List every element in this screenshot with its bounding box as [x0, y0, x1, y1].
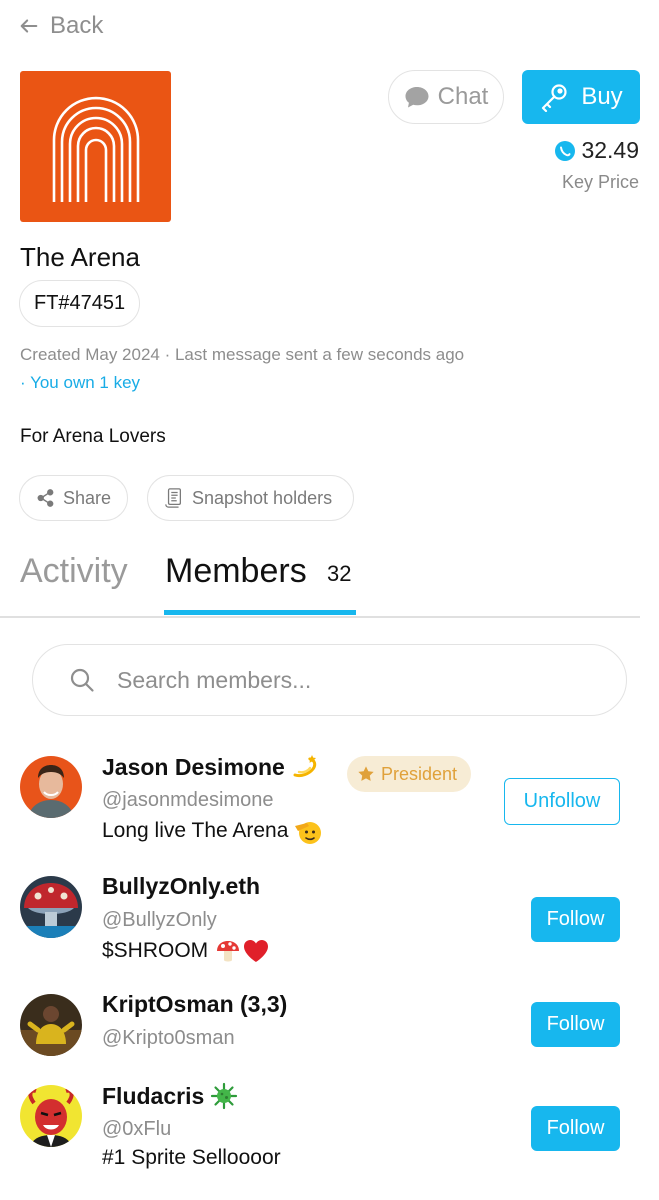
key-price-label: Key Price [561, 172, 639, 192]
avatar[interactable] [20, 1085, 82, 1147]
back-label: Back [50, 12, 104, 39]
member-bio-text: $SHROOM [102, 939, 209, 962]
member-bio: Long live The Arena [102, 817, 322, 845]
member-handle: @jasonmdesimone [102, 789, 274, 811]
follow-button[interactable]: Follow [531, 1106, 620, 1151]
scroll-document-icon [165, 488, 181, 508]
avatar-fludacris-image [20, 1085, 82, 1147]
group-logo [20, 71, 171, 222]
avatar[interactable] [20, 756, 82, 818]
member-handle: @Kripto0sman [102, 1027, 235, 1049]
share-button[interactable]: Share [19, 475, 128, 521]
arrow-left-icon [20, 19, 38, 33]
key-icon [542, 84, 567, 112]
unfollow-button[interactable]: Unfollow [504, 778, 620, 825]
group-meta: Created May 2024 · Last message sent a f… [20, 345, 465, 364]
ft-id-chip: FT#47451 [19, 280, 141, 327]
tabs-divider [0, 616, 640, 618]
dizzy-emoji-icon [291, 753, 319, 781]
key-price-value: 32.49 [581, 137, 639, 163]
star-icon [358, 766, 374, 781]
buy-label: Buy [581, 83, 623, 110]
member-row[interactable]: BullyzOnly.eth @BullyzOnly $SHROOM Follo… [20, 873, 640, 976]
member-name: KriptOsman (3,3) [102, 991, 288, 1017]
search-input[interactable] [117, 666, 547, 694]
snapshot-holders-button[interactable]: Snapshot holders [147, 475, 354, 521]
badge-label: President [381, 763, 458, 784]
snapshot-label: Snapshot holders [192, 487, 333, 508]
buy-button[interactable]: Buy [522, 70, 640, 124]
member-handle: @BullyzOnly [102, 909, 217, 931]
chat-button[interactable]: Chat [388, 70, 504, 124]
mushroom-emoji-icon [214, 937, 242, 965]
member-row[interactable]: Jason Desimone President @jasonmdesimone… [20, 753, 640, 856]
president-badge: President [347, 756, 472, 792]
heart-emoji-icon [242, 937, 270, 965]
virus-emoji-icon [210, 1082, 238, 1110]
tab-activity[interactable]: Activity [20, 552, 128, 591]
key-price: 32.49 [555, 137, 639, 164]
member-bio: $SHROOM [102, 937, 270, 965]
follow-button[interactable]: Follow [531, 1002, 620, 1047]
tab-members[interactable]: Members [165, 552, 307, 591]
member-name: Fludacris [102, 1082, 238, 1110]
member-row[interactable]: Fludacris @0xFlu #1 Sprite Selloooor Fol… [20, 1082, 640, 1185]
avatar[interactable] [20, 876, 82, 938]
member-bio-text: Long live The Arena [102, 819, 289, 842]
search-bar[interactable] [32, 644, 627, 716]
member-name-text: Fludacris [102, 1082, 205, 1109]
member-name: Jason Desimone [102, 753, 319, 781]
member-name-text: Jason Desimone [102, 753, 285, 780]
own-keys-text: · You own 1 key [20, 373, 141, 392]
follow-button[interactable]: Follow [531, 897, 620, 942]
arena-arch-logo-icon [52, 96, 139, 202]
group-description: For Arena Lovers [20, 426, 166, 447]
members-count: 32 [327, 561, 352, 586]
avatar-kriptosman-image [20, 994, 82, 1056]
search-icon [70, 668, 94, 692]
avatar-jason-image [20, 756, 82, 818]
back-button[interactable]: Back [18, 10, 103, 42]
saluting-face-emoji-icon [294, 817, 322, 845]
member-row[interactable]: KriptOsman (3,3) @Kripto0sman Follow [20, 991, 640, 1094]
avax-coin-icon [555, 140, 576, 161]
avatar[interactable] [20, 994, 82, 1056]
share-icon [37, 489, 54, 507]
avatar-mushroom-image [20, 876, 82, 938]
member-handle: @0xFlu [102, 1118, 172, 1140]
chat-bubble-icon [405, 87, 429, 108]
member-name: BullyzOnly.eth [102, 873, 261, 899]
share-label: Share [62, 487, 111, 508]
member-bio: #1 Sprite Selloooor [102, 1146, 281, 1169]
chat-label: Chat [437, 83, 489, 110]
active-tab-indicator [164, 610, 356, 615]
group-title: The Arena [20, 242, 140, 272]
